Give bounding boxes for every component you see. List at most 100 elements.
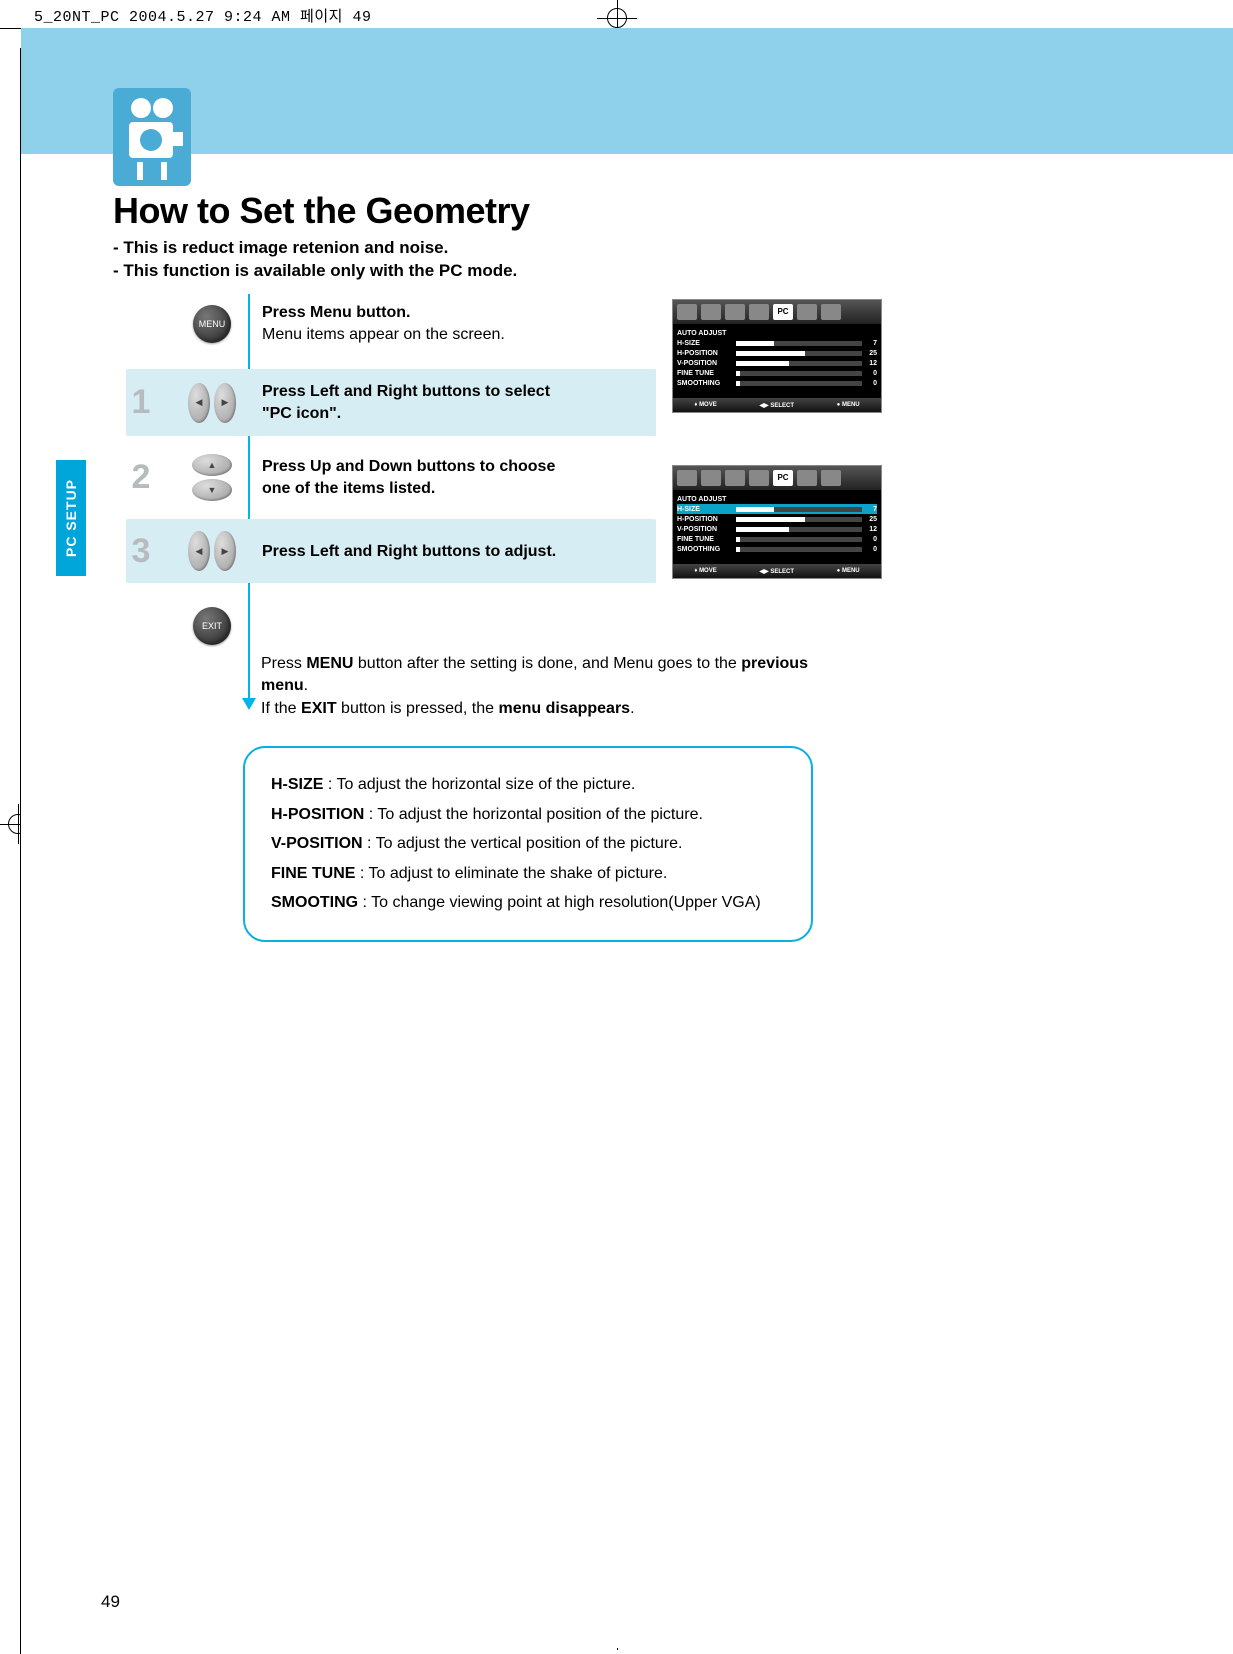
osd-select: ◀▶ SELECT [759, 402, 794, 409]
osd-value: 0 [865, 536, 877, 543]
header-band [21, 28, 1233, 154]
camera-icon [113, 88, 191, 186]
step-number: 2 [126, 458, 156, 497]
osd-label: H-POSITION [677, 516, 733, 523]
step-text: one of the items listed. [262, 478, 656, 500]
step-number: 1 [126, 383, 156, 422]
step-text: Press Left and Right buttons to select [262, 381, 650, 403]
osd-value: 12 [865, 360, 877, 367]
osd-pc-icon: PC [773, 304, 793, 320]
osd-pc-icon: PC [773, 470, 793, 486]
step-text: Press Up and Down buttons to choose [262, 456, 656, 478]
step-text: Menu items appear on the screen. [262, 324, 656, 346]
osd-bar [736, 361, 862, 366]
osd-row: FINE TUNE0 [677, 534, 877, 544]
right-button-icon: ▶ [214, 383, 236, 423]
step-menu: MENU Press Menu button. Menu items appea… [126, 296, 656, 351]
osd-tab-icon [725, 304, 745, 320]
osd-tab-icon [797, 470, 817, 486]
osd-value: 0 [865, 380, 877, 387]
registration-mark [607, 8, 627, 28]
osd-screenshot-2: PC AUTO ADJUSTH-SIZE7H-POSITION25V-POSIT… [669, 462, 885, 582]
step-exit: EXIT [126, 601, 656, 651]
osd-label: SMOOTHING [677, 546, 733, 553]
osd-label: V-POSITION [677, 360, 733, 367]
osd-tab-icon [701, 304, 721, 320]
page: How to Set the Geometry - This is reduct… [21, 28, 1233, 1648]
osd-row: H-SIZE 7 [677, 504, 877, 514]
osd-value: 25 [865, 350, 877, 357]
osd-label: SMOOTHING [677, 380, 733, 387]
right-button-icon: ▶ [214, 531, 236, 571]
osd-tab-icon [725, 470, 745, 486]
osd-footer: ♦ MOVE ◀▶ SELECT ● MENU [673, 564, 881, 578]
osd-bar [736, 351, 862, 356]
osd-menu: ● MENU [837, 568, 860, 574]
osd-row: AUTO ADJUST [677, 328, 877, 338]
osd-value: 0 [865, 546, 877, 553]
footer-text: Press MENU button after the setting is d… [261, 653, 821, 720]
down-button-icon: ▼ [192, 479, 232, 501]
osd-screenshot-1: PC AUTO ADJUSTH-SIZE7H-POSITION25V-POSIT… [669, 296, 885, 416]
osd-tab-icon [821, 470, 841, 486]
steps-container: MENU Press Menu button. Menu items appea… [126, 296, 656, 651]
osd-row: SMOOTHING 0 [677, 378, 877, 388]
osd-label: FINE TUNE [677, 370, 733, 377]
subtitle-line: - This is reduct image retenion and nois… [113, 237, 517, 260]
osd-tab-icon [749, 304, 769, 320]
up-button-icon: ▲ [192, 454, 232, 476]
osd-row: H-POSITION 25 [677, 348, 877, 358]
info-box: H-SIZE : To adjust the horizontal size o… [243, 746, 813, 942]
osd-bar [736, 341, 862, 346]
osd-label: H-SIZE [677, 506, 733, 513]
osd-row: V-POSITION 12 [677, 524, 877, 534]
connector-arrow-icon [242, 698, 256, 710]
page-subtitle: - This is reduct image retenion and nois… [113, 237, 517, 283]
step-text: "PC icon". [262, 403, 650, 425]
crop-header: 5_20NT_PC 2004.5.27 9:24 AM 페이지 49 [34, 5, 371, 26]
osd-icon-row: PC [673, 466, 881, 490]
osd-value: 0 [865, 370, 877, 377]
osd-value: 7 [865, 340, 877, 347]
osd-label: H-POSITION [677, 350, 733, 357]
page-title: How to Set the Geometry [113, 190, 530, 232]
osd-row: H-SIZE 7 [677, 338, 877, 348]
menu-button-icon: MENU [193, 305, 231, 343]
left-button-icon: ◀ [188, 531, 210, 571]
osd-move: ♦ MOVE [694, 402, 716, 408]
step-text: Press Menu button. [262, 302, 656, 324]
osd-bar [736, 507, 862, 512]
osd-label: H-SIZE [677, 340, 733, 347]
osd-value: 7 [865, 506, 877, 513]
osd-footer: ♦ MOVE ◀▶ SELECT ● MENU [673, 398, 881, 412]
osd-bar [736, 371, 862, 376]
step-3: 3 ◀ ▶ Press Left and Right buttons to ad… [126, 519, 656, 583]
page-number: 49 [101, 1592, 120, 1612]
osd-bar [736, 537, 862, 542]
osd-tab-icon [701, 470, 721, 486]
osd-label: V-POSITION [677, 526, 733, 533]
osd-row: FINE TUNE 0 [677, 368, 877, 378]
step-text: Press Left and Right buttons to adjust. [262, 541, 650, 563]
osd-move: ♦ MOVE [694, 568, 716, 574]
osd-value: 12 [865, 526, 877, 533]
osd-tab-icon [821, 304, 841, 320]
osd-select: ◀▶ SELECT [759, 568, 794, 575]
osd-row: AUTO ADJUST [677, 494, 877, 504]
subtitle-line: - This function is available only with t… [113, 260, 517, 283]
step-1: 1 ◀ ▶ Press Left and Right buttons to se… [126, 369, 656, 436]
osd-bar [736, 381, 862, 386]
osd-tab-icon [677, 304, 697, 320]
osd-tab-icon [749, 470, 769, 486]
osd-bar [736, 527, 862, 532]
side-tab: PC SETUP [56, 460, 86, 576]
osd-value: 25 [865, 516, 877, 523]
osd-label: AUTO ADJUST [677, 496, 733, 503]
osd-row: SMOOTHING 0 [677, 544, 877, 554]
osd-bar [736, 547, 862, 552]
exit-button-icon: EXIT [193, 607, 231, 645]
osd-icon-row: PC [673, 300, 881, 324]
osd-tab-icon [797, 304, 817, 320]
osd-label: AUTO ADJUST [677, 330, 733, 337]
osd-row: V-POSITION 12 [677, 358, 877, 368]
